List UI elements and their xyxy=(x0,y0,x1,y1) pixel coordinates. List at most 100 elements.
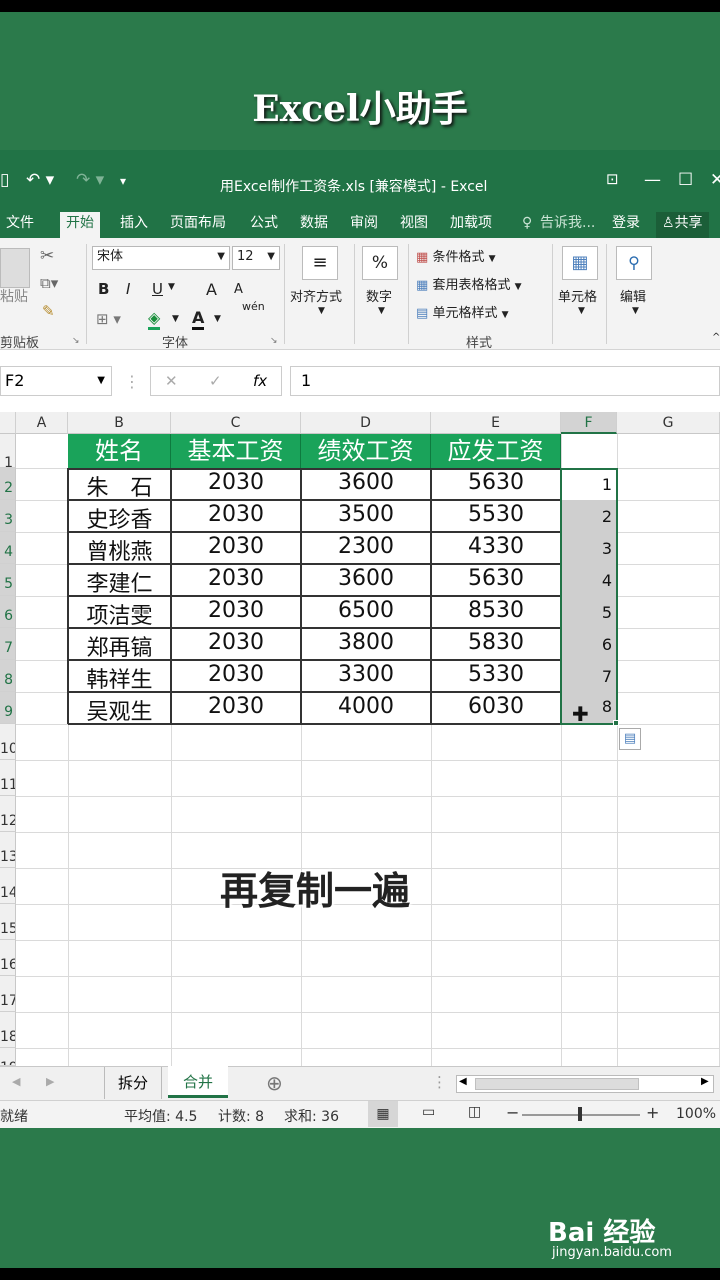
tab-view[interactable]: 视图 xyxy=(394,212,434,238)
table-header-performance[interactable]: 绩效工资 xyxy=(301,434,431,468)
tab-file[interactable]: 文件 xyxy=(0,212,40,238)
table-header-name[interactable]: 姓名 xyxy=(68,434,171,468)
normal-view-icon[interactable]: ▦ xyxy=(368,1101,398,1127)
redo-icon[interactable]: ↷ ▾ xyxy=(76,170,104,190)
font-size-select[interactable]: 12 ▼ xyxy=(232,246,280,270)
paste-button[interactable]: 粘贴 xyxy=(0,286,28,306)
row-header-15[interactable]: 15 xyxy=(0,904,16,940)
cell-base[interactable]: 2030 xyxy=(171,502,301,527)
table-header-gross[interactable]: 应发工资 xyxy=(431,434,561,468)
cell-base[interactable]: 2030 xyxy=(171,630,301,655)
row-header-10[interactable]: 10 xyxy=(0,724,16,760)
cell-performance[interactable]: 3300 xyxy=(301,662,431,687)
cell-gross[interactable]: 5330 xyxy=(431,662,561,687)
sheet-tab-merge[interactable]: 合并 xyxy=(168,1066,228,1098)
enter-icon[interactable]: ✓ xyxy=(209,371,222,391)
login-link[interactable]: 登录 xyxy=(606,212,646,238)
chevron-down-icon[interactable]: ▼ xyxy=(578,306,585,316)
cell-name[interactable]: 史珍香 xyxy=(68,502,171,534)
tell-me-search[interactable]: 告诉我... xyxy=(534,212,601,238)
cell-performance[interactable]: 4000 xyxy=(301,694,431,719)
font-color-icon[interactable]: A xyxy=(192,308,205,330)
tab-page-layout[interactable]: 页面布局 xyxy=(164,212,232,238)
cell-performance[interactable]: 2300 xyxy=(301,534,431,559)
sheet-tab-split[interactable]: 拆分 xyxy=(104,1067,162,1099)
row-header-7[interactable]: 7 xyxy=(0,628,16,660)
cells-button[interactable]: 单元格 xyxy=(558,286,597,305)
row-header-9[interactable]: 9 xyxy=(0,692,16,724)
row-header-6[interactable]: 6 xyxy=(0,596,16,628)
select-all-corner[interactable] xyxy=(0,412,16,434)
search-icon[interactable]: ⚲ xyxy=(616,246,652,280)
fill-handle[interactable] xyxy=(613,720,619,726)
cell-name[interactable]: 韩祥生 xyxy=(68,662,171,694)
row-header-5[interactable]: 5 xyxy=(0,564,16,596)
cancel-icon[interactable]: ✕ xyxy=(165,371,178,391)
cell-performance[interactable]: 3500 xyxy=(301,502,431,527)
row-header-13[interactable]: 13 xyxy=(0,832,16,868)
scroll-right-icon[interactable]: ▶ xyxy=(701,1076,709,1087)
cells-icon[interactable]: ▦ xyxy=(562,246,598,280)
row-header-8[interactable]: 8 xyxy=(0,660,16,692)
format-as-table-button[interactable]: ▦ 套用表格格式 ▼ xyxy=(416,274,522,293)
italic-button[interactable]: I xyxy=(126,280,130,298)
zoom-slider-thumb[interactable] xyxy=(578,1107,582,1121)
copy-icon[interactable]: ⧉▾ xyxy=(40,274,58,292)
cell-styles-button[interactable]: ▤ 单元格样式 ▼ xyxy=(416,302,509,321)
scroll-right-icon[interactable]: ▶ xyxy=(46,1075,54,1088)
shrink-font-button[interactable]: A xyxy=(234,282,243,297)
cell-base[interactable]: 2030 xyxy=(171,694,301,719)
row-header-19[interactable]: 19 xyxy=(0,1048,16,1066)
paste-options-icon[interactable]: ▤ xyxy=(619,728,641,750)
row-header-1[interactable]: 1 xyxy=(0,434,16,468)
collapse-ribbon-icon[interactable]: ^ xyxy=(712,332,720,343)
bold-button[interactable]: B xyxy=(98,280,109,298)
tab-review[interactable]: 审阅 xyxy=(344,212,384,238)
zoom-in-icon[interactable]: + xyxy=(646,1103,659,1122)
row-header-14[interactable]: 14 xyxy=(0,868,16,904)
cell-performance[interactable]: 3800 xyxy=(301,630,431,655)
column-header-b[interactable]: B xyxy=(68,412,171,434)
ribbon-display-icon[interactable]: ⊡ xyxy=(606,170,619,188)
fill-color-icon[interactable]: ◈ xyxy=(148,308,161,330)
row-header-16[interactable]: 16 xyxy=(0,940,16,976)
cell-gross[interactable]: 4330 xyxy=(431,534,561,559)
column-header-e[interactable]: E xyxy=(431,412,561,434)
cell-base[interactable]: 2030 xyxy=(171,566,301,591)
conditional-format-button[interactable]: ▦ 条件格式 ▼ xyxy=(416,246,496,265)
cell-name[interactable]: 吴观生 xyxy=(68,694,171,726)
cell-name[interactable]: 项洁雯 xyxy=(68,598,171,630)
cell-name[interactable]: 朱 石 xyxy=(68,470,171,502)
share-button[interactable]: ♙共享 xyxy=(656,212,709,238)
maximize-icon[interactable]: ☐ xyxy=(678,170,693,190)
tab-formulas[interactable]: 公式 xyxy=(244,212,284,238)
zoom-level[interactable]: 100% xyxy=(676,1106,716,1122)
add-sheet-icon[interactable]: ⊕ xyxy=(266,1071,283,1095)
cell-performance[interactable]: 3600 xyxy=(301,566,431,591)
format-painter-icon[interactable]: ✎ xyxy=(42,302,55,320)
alignment-button[interactable]: 对齐方式 xyxy=(290,286,342,305)
row-header-18[interactable]: 18 xyxy=(0,1012,16,1048)
cell-base[interactable]: 2030 xyxy=(171,470,301,495)
formula-input[interactable]: 1 xyxy=(290,366,720,396)
cell-name[interactable]: 李建仁 xyxy=(68,566,171,598)
column-header-g[interactable]: G xyxy=(617,412,720,434)
scrollbar-thumb[interactable] xyxy=(475,1078,639,1090)
chevron-down-icon[interactable]: ▼ xyxy=(378,306,385,316)
editing-button[interactable]: 编辑 xyxy=(620,286,646,305)
row-header-4[interactable]: 4 xyxy=(0,532,16,564)
number-format-button[interactable]: 数字 xyxy=(366,286,392,305)
cell-name[interactable]: 曾桃燕 xyxy=(68,534,171,566)
borders-icon[interactable]: ⊞ ▾ xyxy=(96,310,121,328)
cell-base[interactable]: 2030 xyxy=(171,598,301,623)
cell-name[interactable]: 郑再镐 xyxy=(68,630,171,662)
chevron-down-icon[interactable]: ▼ xyxy=(172,314,179,324)
scroll-left-icon[interactable]: ◀ xyxy=(12,1075,20,1088)
column-header-f[interactable]: F xyxy=(561,412,617,434)
minimize-icon[interactable]: — xyxy=(644,170,661,190)
row-header-3[interactable]: 3 xyxy=(0,500,16,532)
column-header-a[interactable]: A xyxy=(16,412,68,434)
chevron-down-icon[interactable]: ▼ xyxy=(318,306,325,316)
cell-gross[interactable]: 5630 xyxy=(431,470,561,495)
name-box[interactable]: F2 ▼ xyxy=(0,366,112,396)
